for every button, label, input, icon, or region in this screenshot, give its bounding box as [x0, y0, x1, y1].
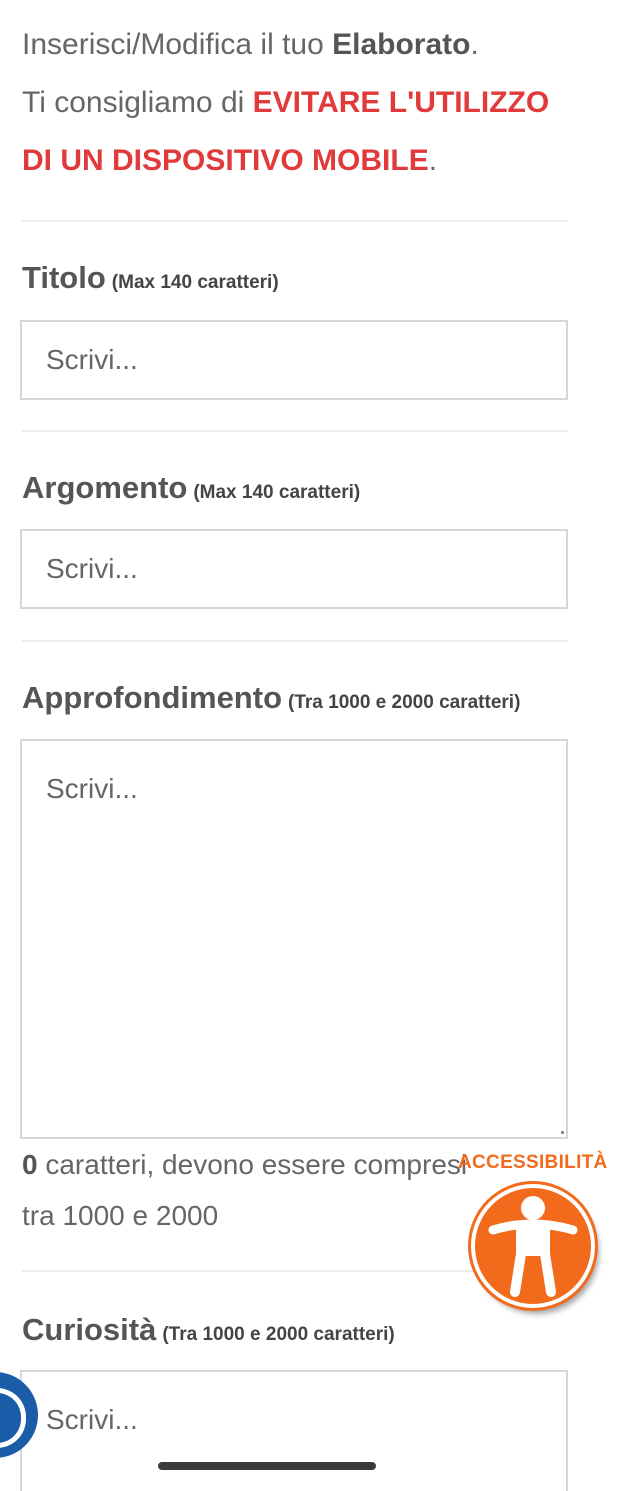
- curiosita-textarea[interactable]: [20, 1370, 568, 1491]
- argomento-label-name: Argomento: [22, 470, 188, 505]
- intro-bold-text: Elaborato: [332, 28, 471, 61]
- warning-text: DI UN DISPOSITIVO MOBILE: [22, 144, 429, 177]
- divider: [22, 640, 568, 642]
- approfondimento-label-hint: (Tra 1000 e 2000 caratteri): [288, 692, 521, 713]
- approfondimento-label: Approfondimento (Tra 1000 e 2000 caratter…: [22, 680, 520, 716]
- counter-text-range: tra 1000 e 2000: [22, 1200, 219, 1231]
- counter-value: 0: [22, 1149, 38, 1180]
- divider: [22, 430, 568, 432]
- curiosita-label: Curiosità (Tra 1000 e 2000 caratteri): [22, 1312, 395, 1348]
- accessibility-label[interactable]: ACCESSIBILITÀ: [458, 1152, 608, 1174]
- intro-line-2: Ti consigliamo di EVITARE L'UTILIZZO: [22, 86, 582, 120]
- accessibility-button[interactable]: [468, 1181, 598, 1311]
- intro-text: Inserisci/Modifica il tuo: [22, 28, 333, 61]
- accessibility-person-icon: [488, 1196, 578, 1297]
- intro-line-1: Inserisci/Modifica il tuo Elaborato.: [22, 28, 582, 62]
- titolo-label-name: Titolo: [22, 260, 106, 295]
- titolo-label-hint: (Max 140 caratteri): [111, 272, 279, 293]
- page: Inserisci/Modifica il tuo Elaborato. Ti …: [0, 0, 628, 1491]
- home-indicator[interactable]: [158, 1462, 376, 1470]
- approfondimento-textarea[interactable]: [20, 739, 568, 1139]
- divider: [22, 220, 568, 222]
- curiosita-label-name: Curiosità: [22, 1312, 157, 1347]
- argomento-input[interactable]: [20, 529, 568, 609]
- counter-text: caratteri, devono essere compresi: [37, 1149, 468, 1180]
- titolo-label: Titolo (Max 140 caratteri): [22, 260, 279, 296]
- intro-punct: .: [428, 144, 438, 177]
- textarea-resize-handle[interactable]: [556, 1126, 564, 1134]
- curiosita-label-hint: (Tra 1000 e 2000 caratteri): [162, 1324, 395, 1345]
- warning-text: EVITARE L'UTILIZZO: [252, 86, 550, 119]
- argomento-label-hint: (Max 140 caratteri): [193, 482, 361, 503]
- intro-text: Ti consigliamo di: [22, 86, 253, 119]
- intro-punct: .: [470, 28, 479, 61]
- argomento-label: Argomento (Max 140 caratteri): [22, 470, 360, 506]
- intro-line-3: DI UN DISPOSITIVO MOBILE.: [22, 144, 582, 178]
- titolo-input[interactable]: [20, 320, 568, 400]
- approfondimento-label-name: Approfondimento: [22, 680, 283, 715]
